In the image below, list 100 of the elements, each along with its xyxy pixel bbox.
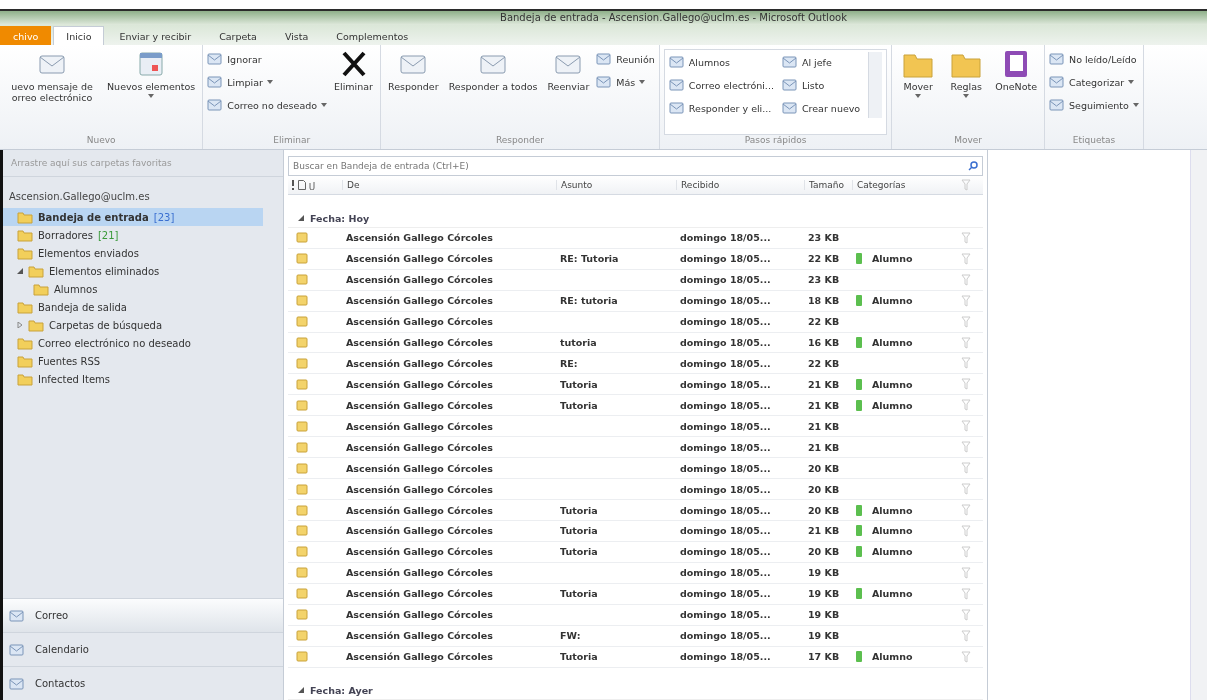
ribbon-button[interactable]: uevo mensaje de orreo electrónico [4, 49, 100, 135]
folder-label: Infected Items [38, 373, 111, 385]
message-row[interactable]: Ascensión Gallego Córcoles RE: tutoria domingo 18/05... 18 KB Alumno [288, 290, 983, 312]
group-label: Pasos rápidos [743, 135, 808, 147]
folder-item[interactable]: Bandeja de salida [3, 298, 263, 316]
category-cell-text: Alumno [871, 399, 913, 411]
message-row[interactable]: Ascensión Gallego Córcoles domingo 18/05... 23 KB [288, 269, 983, 291]
message-row[interactable]: Ascensión Gallego Córcoles domingo 18/05... 19 KB [288, 604, 983, 626]
ribbon-button[interactable]: Responder a todos [445, 49, 541, 135]
collapse-arrow-icon [298, 687, 304, 694]
quick-step-button[interactable]: Crear nuevo [781, 98, 861, 118]
ribbon-button[interactable]: Correo no deseado [207, 95, 328, 115]
gallery-scrollbar[interactable] [868, 52, 883, 118]
nav-button[interactable]: Correo [3, 598, 283, 632]
size-cell-text: 19 KB [807, 609, 841, 621]
subject-cell-text: RE: [559, 357, 579, 369]
sender-cell-text: Ascensión Gallego Córcoles [345, 337, 494, 348]
message-row[interactable]: Ascensión Gallego Córcoles FW: domingo 18/05... 19 KB [288, 625, 983, 647]
ribbon-button[interactable]: Más [596, 72, 655, 92]
quick-step-button[interactable]: Al jefe [781, 52, 861, 72]
search-field[interactable]: Buscar en Bandeja de entrada (Ctrl+E) [288, 156, 983, 176]
received-cell-text: domingo 18/05... [679, 232, 772, 244]
quick-step-button[interactable]: Responder y eli... [668, 98, 774, 118]
quick-step-button[interactable]: Listo [781, 75, 861, 95]
column-heading[interactable]: Asunto [556, 180, 676, 191]
category-cell-text: Alumno [871, 525, 913, 537]
scrollbar[interactable] [1190, 150, 1207, 700]
document-icon[interactable] [298, 180, 306, 191]
folder-item[interactable]: Correo electrónico no deseado [3, 334, 263, 352]
nav-button[interactable]: Contactos [3, 666, 283, 700]
sender-cell-text: Ascensión Gallego Córcoles [345, 253, 494, 265]
quick-step-button[interactable]: Correo electróni... [668, 75, 774, 95]
folder-item[interactable]: Elementos enviados [3, 244, 263, 262]
date-group-header[interactable]: Fecha: Ayer [288, 681, 983, 700]
sender-cell-text: Ascensión Gallego Córcoles [345, 609, 494, 621]
ribbon-button[interactable]: OneNote [992, 49, 1041, 135]
message-row[interactable]: Ascensión Gallego Córcoles RE: domingo 18/05... 22 KB [288, 353, 983, 375]
nav-button[interactable]: Calendario [3, 632, 283, 666]
expand-arrow-icon[interactable] [17, 322, 23, 328]
column-heading[interactable]: Recibido [676, 180, 804, 191]
message-row[interactable]: Ascensión Gallego Córcoles Tutoria domingo 18/05... 20 KB Alumno [288, 541, 983, 563]
folder-item[interactable]: Infected Items [3, 370, 263, 388]
sender-cell-text: Ascensión Gallego Córcoles [345, 588, 494, 600]
received-cell-text: domingo 18/05... [679, 274, 772, 286]
message-row[interactable]: Ascensión Gallego Córcoles domingo 18/05... 19 KB [288, 562, 983, 584]
folder-item[interactable]: Fuentes RSS [3, 352, 263, 370]
ribbon-tab[interactable]: Inicio [53, 26, 105, 45]
message-row[interactable]: Ascensión Gallego Córcoles domingo 18/05... 20 KB [288, 479, 983, 501]
message-row[interactable]: Ascensión Gallego Córcoles Tutoria domingo 18/05... 21 KB Alumno [288, 395, 983, 417]
received-cell-text: domingo 18/05... [679, 630, 772, 642]
paperclip-icon[interactable] [309, 180, 315, 191]
message-row[interactable]: Ascensión Gallego Córcoles Tutoria domingo 18/05... 20 KB Alumno [288, 500, 983, 521]
ribbon-button[interactable]: Eliminar [331, 49, 376, 135]
message-row[interactable]: Ascensión Gallego Córcoles domingo 18/05... 21 KB [288, 437, 983, 459]
ribbon-button[interactable]: No leído/Leído [1049, 49, 1139, 69]
account-label[interactable]: Ascension.Gallego@uclm.es [3, 177, 283, 208]
ribbon-tab[interactable]: Vista [271, 26, 322, 45]
ribbon-button[interactable]: Nuevos elementos [104, 49, 199, 135]
folder-item[interactable]: Borradores [21] [3, 226, 263, 244]
ribbon-button[interactable]: Reunión [596, 49, 655, 69]
category-marker [856, 399, 862, 411]
ribbon-tab[interactable]: Carpeta [206, 26, 270, 45]
category-cell-text: Alumno [871, 588, 913, 600]
message-row[interactable]: Ascensión Gallego Córcoles Tutoria domingo 18/05... 19 KB Alumno [288, 583, 983, 605]
ribbon-tab[interactable]: Enviar y recibir [106, 26, 205, 45]
message-row[interactable]: Ascensión Gallego Córcoles tutoria domingo 18/05... 16 KB Alumno [288, 332, 983, 354]
importance-icon[interactable] [291, 180, 295, 191]
ribbon-tab[interactable]: Complementos [323, 26, 422, 45]
message-row[interactable]: Ascensión Gallego Córcoles domingo 18/05... 21 KB [288, 416, 983, 438]
message-row[interactable]: Ascensión Gallego Córcoles Tutoria domingo 18/05... 17 KB Alumno [288, 646, 983, 668]
collapse-arrow-icon[interactable] [17, 268, 23, 274]
message-row[interactable]: Ascensión Gallego Córcoles domingo 18/05... 22 KB [288, 311, 983, 333]
ribbon-button[interactable]: Categorizar [1049, 72, 1139, 92]
folder-item[interactable]: Alumnos [3, 280, 263, 298]
quick-step-button[interactable]: Alumnos [668, 52, 774, 72]
ribbon-button[interactable]: Responder [385, 49, 442, 135]
ribbon-button[interactable]: Reglas [944, 49, 989, 135]
date-group-header[interactable]: Fecha: Hoy [288, 209, 983, 228]
ribbon-button[interactable]: Seguimiento [1049, 95, 1139, 115]
message-row[interactable]: Ascensión Gallego Córcoles domingo 18/05... 23 KB [288, 227, 983, 249]
column-heading[interactable]: De [342, 180, 556, 191]
message-row[interactable]: Ascensión Gallego Córcoles domingo 18/05... 20 KB [288, 458, 983, 480]
caret-icon [148, 94, 155, 98]
category-cell-text: Alumno [871, 253, 913, 265]
size-cell-text: 23 KB [807, 274, 841, 286]
ribbon-button[interactable]: Ignorar [207, 49, 328, 69]
ribbon-button[interactable]: Reenviar [544, 49, 593, 135]
received-cell-text: domingo 18/05... [679, 357, 772, 369]
folder-label: Elementos eliminados [49, 265, 160, 277]
folder-item[interactable]: Carpetas de búsqueda [3, 316, 263, 334]
folder-item[interactable]: Elementos eliminados [3, 262, 263, 280]
message-row[interactable]: Ascensión Gallego Córcoles Tutoria domingo 18/05... 21 KB Alumno [288, 521, 983, 542]
folder-item[interactable]: Bandeja de entrada [23] [3, 208, 263, 226]
column-heading[interactable]: Categorías [852, 180, 961, 191]
message-row[interactable]: Ascensión Gallego Córcoles Tutoria domingo 18/05... 21 KB Alumno [288, 374, 983, 396]
column-heading[interactable]: Tamaño [804, 180, 852, 191]
ribbon-button[interactable]: Limpiar [207, 72, 328, 92]
message-row[interactable]: Ascensión Gallego Córcoles RE: Tutoria domingo 18/05... 22 KB Alumno [288, 248, 983, 270]
group-label: Nuevo [85, 135, 117, 147]
ribbon-button[interactable]: Mover [896, 49, 941, 135]
